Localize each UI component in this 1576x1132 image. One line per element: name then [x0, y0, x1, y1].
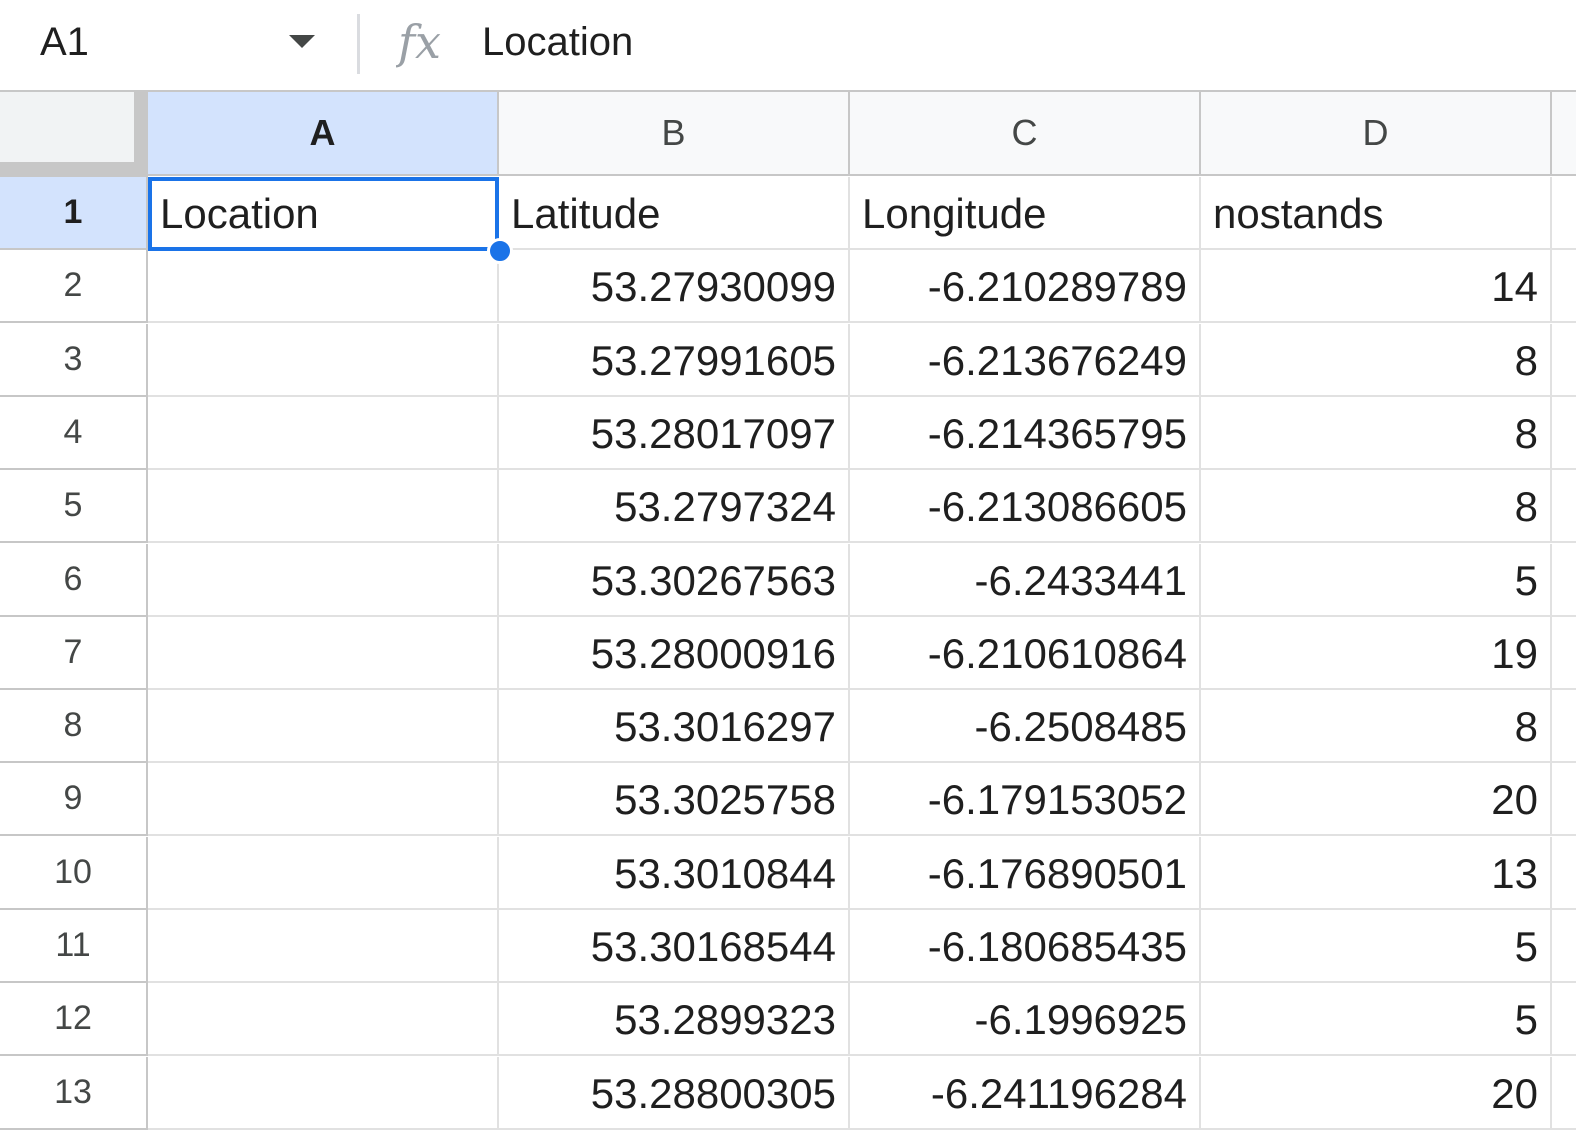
- cell-d3[interactable]: 8: [1201, 324, 1552, 397]
- cell-c6[interactable]: -6.2433441: [850, 544, 1201, 617]
- cell-overflow[interactable]: [1552, 617, 1576, 690]
- cell-b4[interactable]: 53.28017097: [499, 397, 850, 470]
- cell-d10[interactable]: 13: [1201, 837, 1552, 910]
- row-header[interactable]: 6: [0, 544, 148, 617]
- cell-a3[interactable]: [148, 324, 499, 397]
- cell-b2[interactable]: 53.27930099: [499, 250, 850, 323]
- cell-c10[interactable]: -6.176890501: [850, 837, 1201, 910]
- cell-b10[interactable]: 53.3010844: [499, 837, 850, 910]
- cell-overflow[interactable]: [1552, 983, 1576, 1056]
- cell-c4[interactable]: -6.214365795: [850, 397, 1201, 470]
- cell-overflow[interactable]: [1552, 544, 1576, 617]
- cell-b1[interactable]: Latitude: [499, 177, 850, 250]
- cell-a6[interactable]: [148, 544, 499, 617]
- cell-d12[interactable]: 5: [1201, 983, 1552, 1056]
- cell-overflow[interactable]: [1552, 397, 1576, 470]
- cell-b8[interactable]: 53.3016297: [499, 690, 850, 763]
- name-box[interactable]: A1: [0, 0, 340, 90]
- cell-overflow[interactable]: [1552, 1057, 1576, 1130]
- cell-c2[interactable]: -6.210289789: [850, 250, 1201, 323]
- cell-d2[interactable]: 14: [1201, 250, 1552, 323]
- column-header-d[interactable]: D: [1201, 92, 1552, 176]
- cell-b7[interactable]: 53.28000916: [499, 617, 850, 690]
- cell-d1[interactable]: nostands: [1201, 177, 1552, 250]
- cell-d7[interactable]: 19: [1201, 617, 1552, 690]
- cell-c1[interactable]: Longitude: [850, 177, 1201, 250]
- row-header[interactable]: 4: [0, 397, 148, 470]
- row-header[interactable]: 9: [0, 763, 148, 836]
- formula-bar: A1 fx Location: [0, 0, 1576, 92]
- cell-a11[interactable]: [148, 910, 499, 983]
- cell-overflow[interactable]: [1552, 470, 1576, 543]
- frozen-divider-horizontal: [0, 162, 148, 178]
- cell-a5[interactable]: [148, 470, 499, 543]
- cell-c8[interactable]: -6.2508485: [850, 690, 1201, 763]
- cell-a10[interactable]: [148, 837, 499, 910]
- row-header[interactable]: 12: [0, 983, 148, 1056]
- cell-c7[interactable]: -6.210610864: [850, 617, 1201, 690]
- row-header[interactable]: 5: [0, 470, 148, 543]
- column-header-b[interactable]: B: [499, 92, 850, 176]
- row-header[interactable]: 13: [0, 1057, 148, 1130]
- cell-b11[interactable]: 53.30168544: [499, 910, 850, 983]
- cell-d5[interactable]: 8: [1201, 470, 1552, 543]
- cell-a4[interactable]: [148, 397, 499, 470]
- cell-a9[interactable]: [148, 763, 499, 836]
- column-header-c[interactable]: C: [850, 92, 1201, 176]
- row-header[interactable]: 10: [0, 837, 148, 910]
- cell-d9[interactable]: 20: [1201, 763, 1552, 836]
- row-header[interactable]: 2: [0, 250, 148, 323]
- name-box-value: A1: [40, 20, 89, 64]
- row-header[interactable]: 1: [0, 177, 148, 250]
- formula-input[interactable]: Location: [482, 18, 633, 66]
- cell-overflow[interactable]: [1552, 910, 1576, 983]
- cell-d6[interactable]: 5: [1201, 544, 1552, 617]
- cell-d4[interactable]: 8: [1201, 397, 1552, 470]
- cell-overflow[interactable]: [1552, 177, 1576, 250]
- cell-c5[interactable]: -6.213086605: [850, 470, 1201, 543]
- row-header[interactable]: 7: [0, 617, 148, 690]
- row-header[interactable]: 11: [0, 910, 148, 983]
- cell-b6[interactable]: 53.30267563: [499, 544, 850, 617]
- cell-a8[interactable]: [148, 690, 499, 763]
- cell-overflow[interactable]: [1552, 250, 1576, 323]
- fill-handle[interactable]: [487, 238, 513, 264]
- svg-text:fx: fx: [396, 15, 441, 69]
- cell-c13[interactable]: -6.241196284: [850, 1057, 1201, 1130]
- cell-c11[interactable]: -6.180685435: [850, 910, 1201, 983]
- cell-a2[interactable]: [148, 250, 499, 323]
- chevron-down-icon[interactable]: [289, 35, 315, 48]
- cell-b3[interactable]: 53.27991605: [499, 324, 850, 397]
- cell-a7[interactable]: [148, 617, 499, 690]
- cell-b5[interactable]: 53.2797324: [499, 470, 850, 543]
- cell-d11[interactable]: 5: [1201, 910, 1552, 983]
- cell-overflow[interactable]: [1552, 690, 1576, 763]
- column-header-e[interactable]: [1552, 92, 1576, 176]
- cell-a1[interactable]: Location: [148, 177, 499, 250]
- cell-overflow[interactable]: [1552, 324, 1576, 397]
- select-all-corner[interactable]: [0, 92, 134, 162]
- cell-overflow[interactable]: [1552, 837, 1576, 910]
- cell-a13[interactable]: [148, 1057, 499, 1130]
- cell-b12[interactable]: 53.2899323: [499, 983, 850, 1056]
- cell-c12[interactable]: -6.1996925: [850, 983, 1201, 1056]
- cell-a12[interactable]: [148, 983, 499, 1056]
- column-header-a[interactable]: A: [148, 92, 499, 176]
- cell-overflow[interactable]: [1552, 763, 1576, 836]
- cell-c3[interactable]: -6.213676249: [850, 324, 1201, 397]
- cell-d13[interactable]: 20: [1201, 1057, 1552, 1130]
- fx-icon: fx: [396, 15, 441, 69]
- cell-b9[interactable]: 53.3025758: [499, 763, 850, 836]
- row-header[interactable]: 8: [0, 690, 148, 763]
- cell-d8[interactable]: 8: [1201, 690, 1552, 763]
- formula-bar-divider: [357, 14, 360, 74]
- cell-c9[interactable]: -6.179153052: [850, 763, 1201, 836]
- row-header[interactable]: 3: [0, 324, 148, 397]
- cell-b13[interactable]: 53.28800305: [499, 1057, 850, 1130]
